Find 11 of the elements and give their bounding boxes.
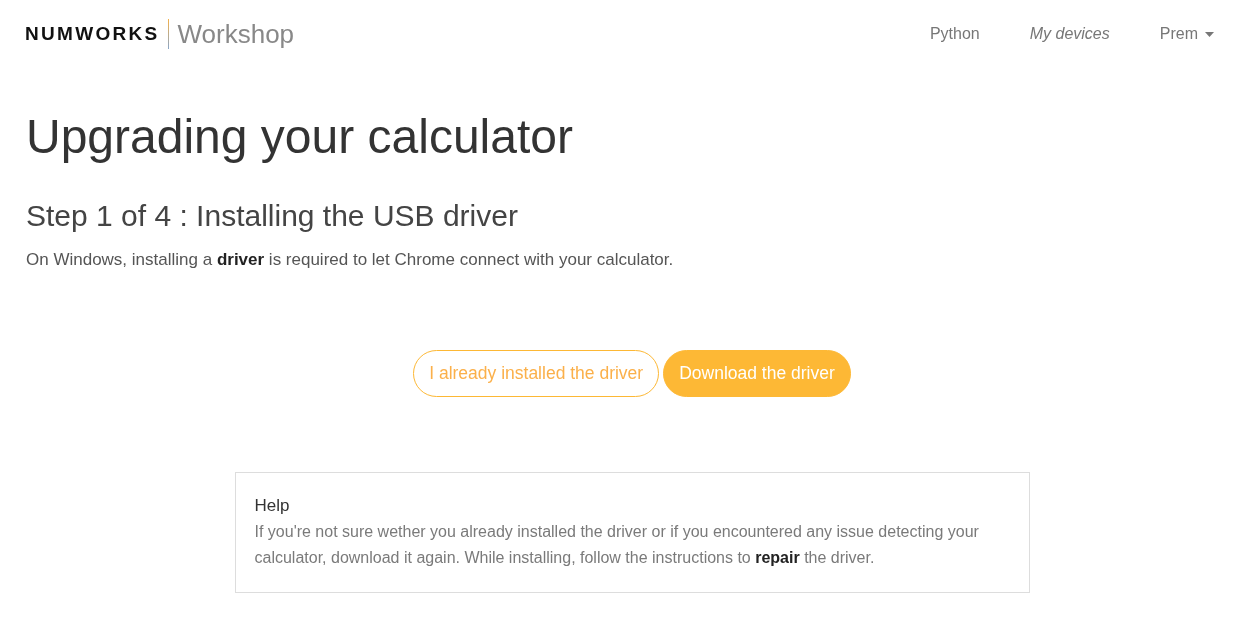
step-heading: Step 1 of 4 : Installing the USB driver: [26, 198, 518, 234]
product-name: Workshop: [177, 21, 295, 47]
user-menu-button[interactable]: Prem: [1159, 25, 1214, 43]
step-description: On Windows, installing a driver is required to let Chrome connect with your calculator.: [26, 249, 674, 271]
help-title: Help: [254, 495, 290, 517]
caret-icon: [1205, 31, 1214, 37]
help-text: If you're not sure wether you already installed the driver or if you encountered any issue detecting your calculator, download it again. While installing, follow the instructions to repair the driver.: [254, 522, 980, 568]
nav-link[interactable]: Python: [929, 25, 980, 43]
nav-link[interactable]: My devices: [1029, 25, 1110, 43]
brand-logo[interactable]: NUMWORKS: [25, 23, 160, 45]
page-title: Upgrading your calculator: [26, 109, 573, 165]
